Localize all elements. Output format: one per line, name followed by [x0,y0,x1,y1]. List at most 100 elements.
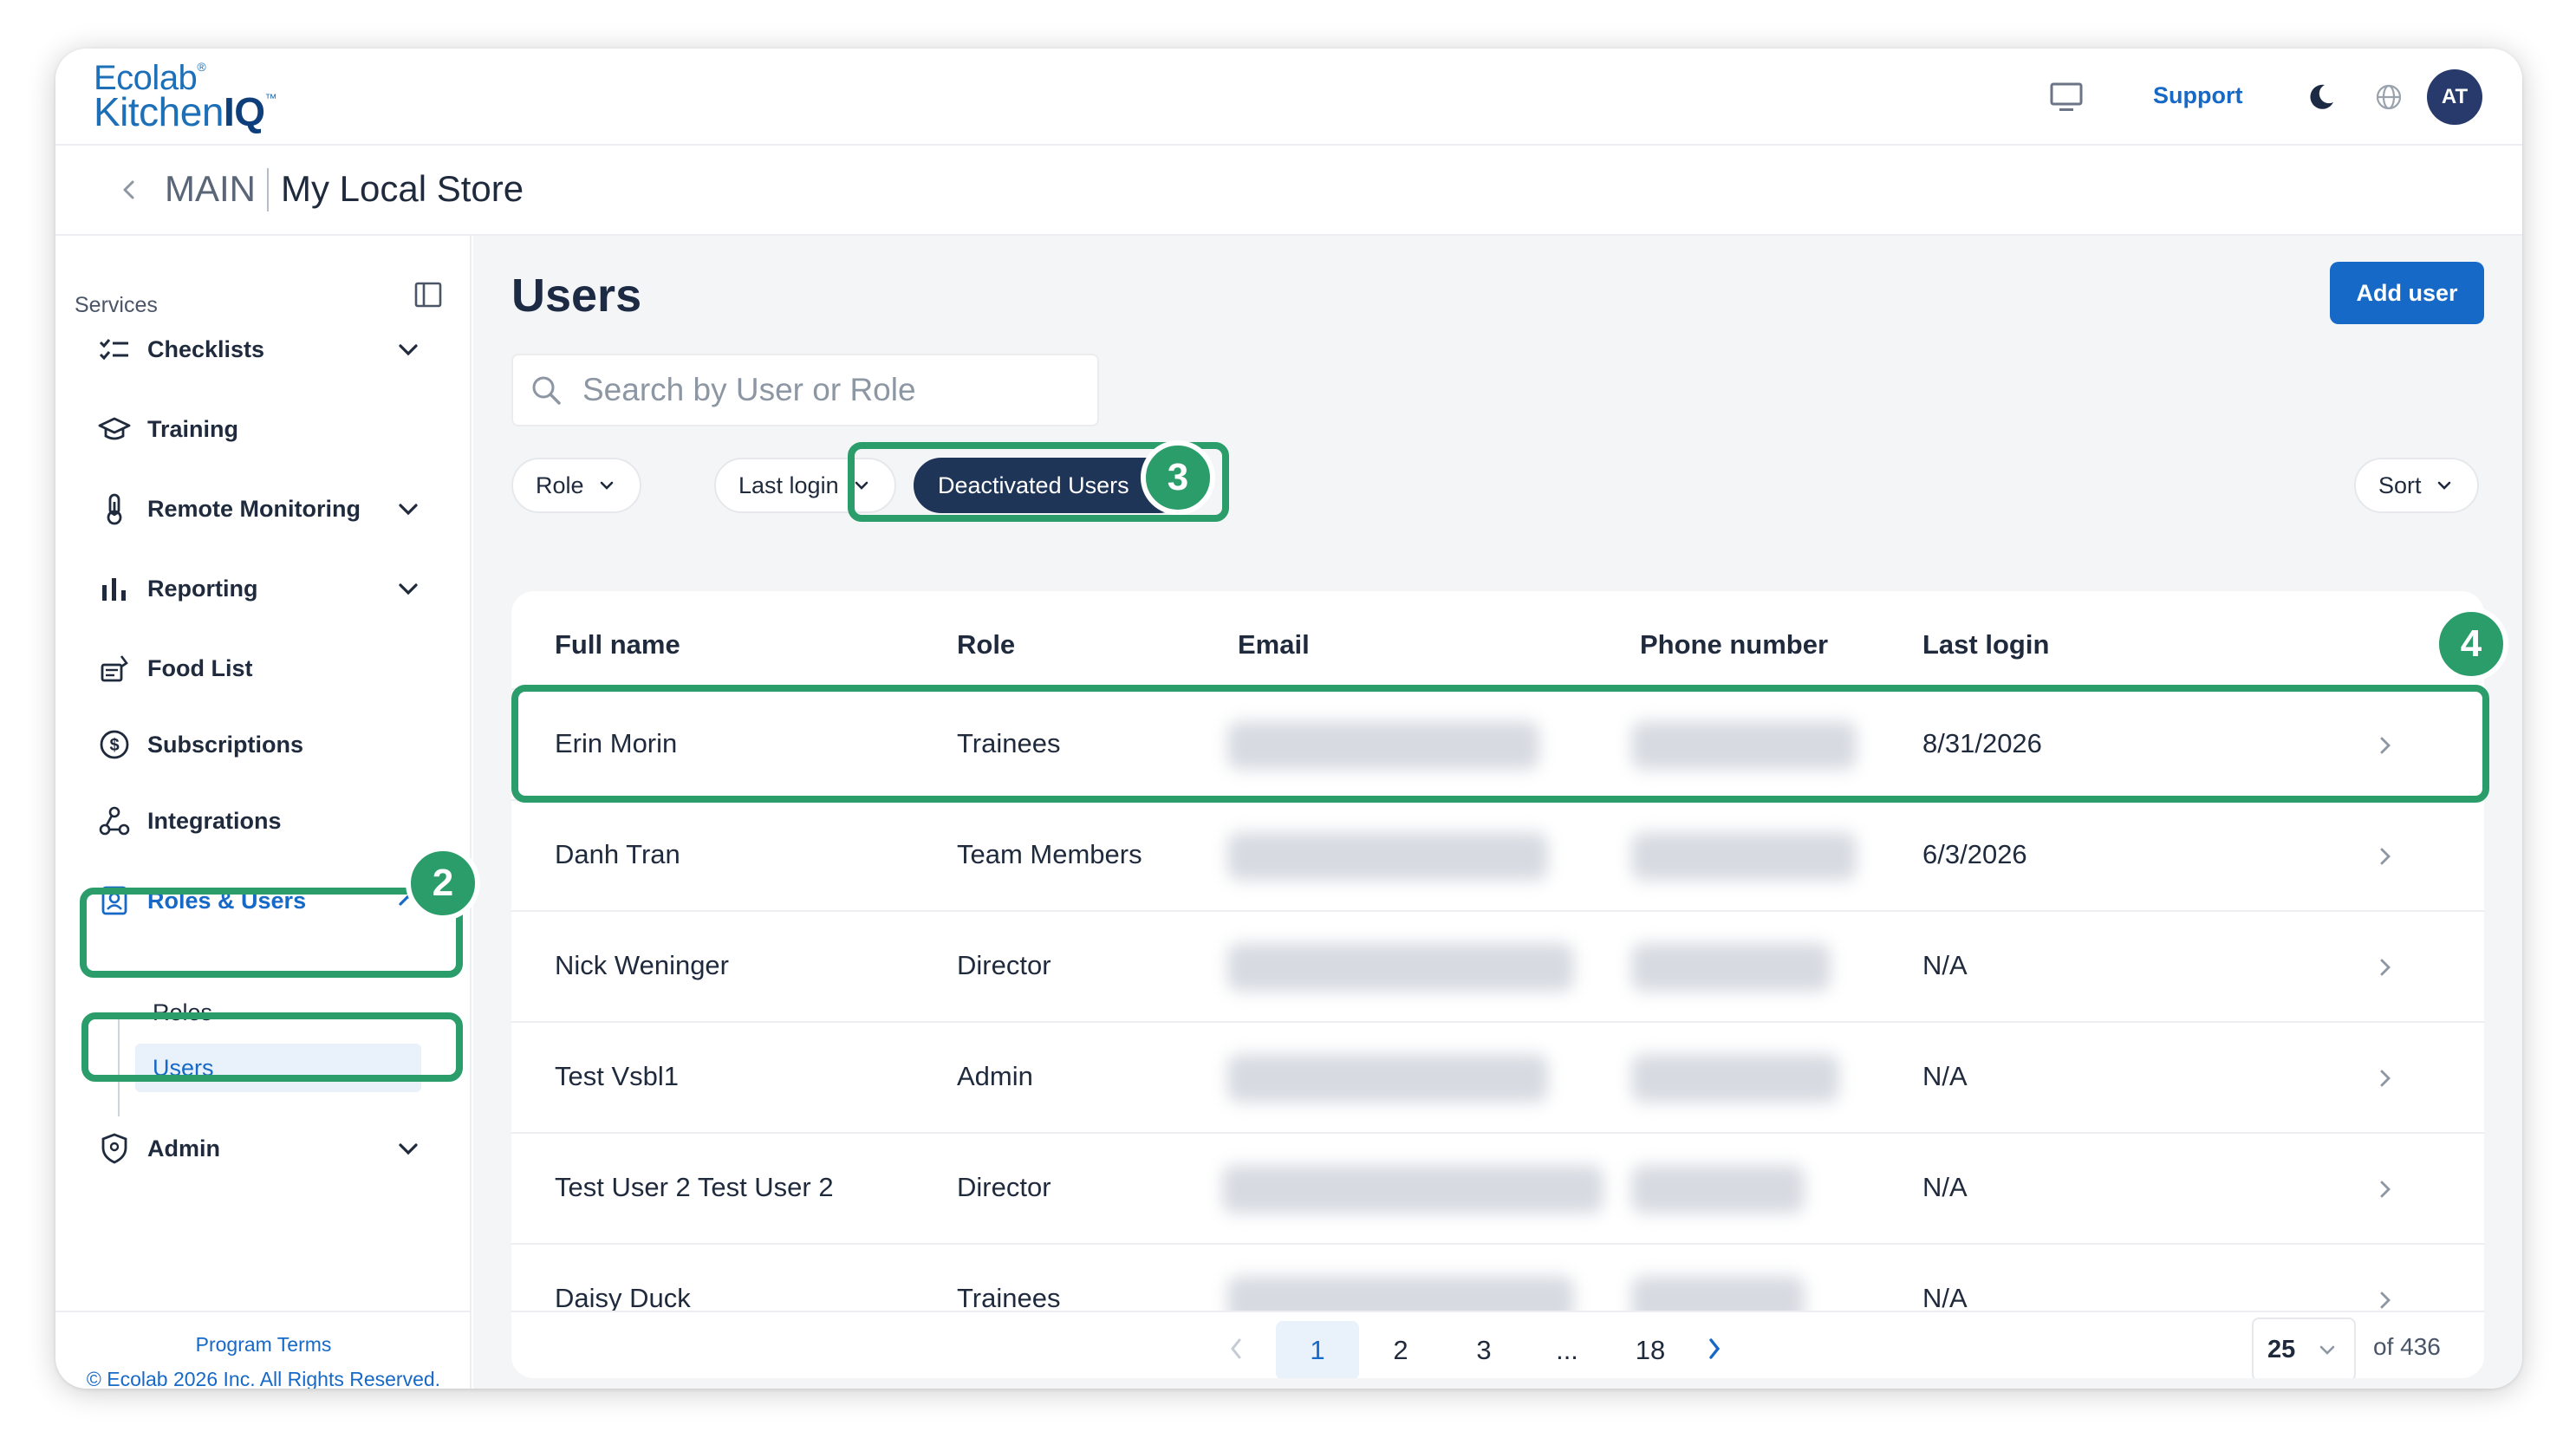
per-page-value: 25 [2267,1335,2296,1363]
step-badge-2: 2 [406,846,480,921]
sidebar-item-subscriptions[interactable]: $ Subscriptions [87,714,433,775]
table-row[interactable]: Erin Morin Trainees 8/31/2026 [511,688,2484,799]
sidebar-item-integrations[interactable]: Integrations [87,791,433,851]
chevron-right-icon[interactable] [2373,843,2397,870]
column-header-last-login[interactable]: Last login [1922,629,2049,660]
cell-role: Director [957,950,1051,980]
sidebar-section-label: Services [75,293,158,317]
filter-last-login[interactable]: Last login [714,458,896,513]
sidebar-item-food-list[interactable]: Food List [87,638,433,699]
search-box[interactable] [511,354,1099,426]
sidebar-footer: Program Terms © Ecolab 2026 Inc. All Rig… [55,1311,472,1389]
filter-role[interactable]: Role [511,458,641,513]
pagination: 1 2 3 ... 18 25 of 436 [511,1311,2484,1378]
cell-role: Admin [957,1061,1033,1091]
step-badge-4: 4 [2434,607,2508,681]
breadcrumb-store[interactable]: My Local Store [281,168,524,210]
chevron-down-icon [2437,481,2450,490]
cell-role: Director [957,1172,1051,1202]
sidebar-item-remote-monitoring[interactable]: Remote Monitoring [87,478,433,539]
chevron-down-icon [600,481,613,490]
graduation-cap-icon [98,417,131,440]
logo-registered-mark: ® [197,60,206,74]
chevron-right-icon[interactable] [2373,953,2397,981]
column-header-full-name[interactable]: Full name [555,629,680,660]
sidebar-item-checklists[interactable]: Checklists [87,319,433,380]
breadcrumb-main[interactable]: MAIN [165,168,256,210]
chevron-left-icon[interactable] [1224,1333,1248,1364]
table-row[interactable]: Danh Tran Team Members 6/3/2026 [511,799,2484,910]
table-row[interactable]: Test Vsbl1 Admin N/A [511,1021,2484,1132]
sidebar-item-training[interactable]: Training [87,399,433,459]
page-button-18[interactable]: 18 [1609,1321,1692,1378]
add-user-button[interactable]: Add user [2330,262,2484,324]
sidebar-item-label: Integrations [147,807,282,834]
page-title: Users [511,270,642,322]
sidebar-item-reporting[interactable]: Reporting [87,558,433,619]
cell-email-redacted [1227,721,1539,770]
id-badge-icon [101,886,127,915]
total-count: of 436 [2373,1333,2441,1360]
sort-button[interactable]: Sort [2354,458,2479,513]
sidebar-item-admin[interactable]: Admin [87,1118,433,1179]
chevron-right-icon[interactable] [2373,732,2397,759]
chevron-down-icon [2319,1345,2335,1355]
logo-text-iq: IQ [223,89,265,134]
chevron-down-icon[interactable] [395,336,421,362]
cell-last-login: N/A [1922,950,1968,980]
chevron-right-icon[interactable] [2373,1064,2397,1092]
page-button-1[interactable]: 1 [1276,1321,1359,1378]
program-terms-link[interactable]: Program Terms [55,1333,472,1357]
cell-role: Team Members [957,839,1142,869]
cell-phone-redacted [1631,1054,1839,1103]
thermometer-icon [107,493,122,525]
sidebar-subitem-users[interactable]: Users [135,1044,421,1092]
column-header-phone[interactable]: Phone number [1640,629,1828,660]
page-button-3[interactable]: 3 [1442,1321,1525,1378]
cell-role: Trainees [957,1283,1061,1313]
breadcrumb: MAIN My Local Store [55,146,2522,236]
table-row[interactable]: Test User 2 Test User 2 Director N/A [511,1132,2484,1243]
filter-deactivated-label: Deactivated Users [938,472,1129,498]
chevron-down-icon[interactable] [395,496,421,522]
search-input[interactable] [582,372,1068,408]
sidebar-item-roles-users[interactable]: Roles & Users [87,870,433,931]
search-icon [532,376,561,405]
checklist-icon [99,339,128,361]
column-header-email[interactable]: Email [1238,629,1310,660]
sidebar-item-label: Reporting [147,575,258,602]
globe-icon[interactable] [2375,83,2403,111]
dollar-circle-icon: $ [100,730,129,759]
monitor-icon[interactable] [2049,80,2084,114]
ecolab-kitcheniq-logo[interactable]: Ecolab® KitchenIQ™ [94,61,276,132]
chevron-left-icon[interactable] [116,177,142,203]
page-button-2[interactable]: 2 [1359,1321,1442,1378]
step-badge-3: 3 [1141,440,1215,515]
sidebar: Services Checklists Training Remote Moni… [55,236,472,1389]
sidebar-item-label: Training [147,415,239,442]
support-link[interactable]: Support [2153,82,2242,109]
chevron-down-icon[interactable] [395,576,421,602]
moon-icon[interactable] [2306,81,2337,113]
cell-full-name: Nick Weninger [555,950,730,980]
cell-full-name: Test Vsbl1 [555,1061,680,1091]
table-row[interactable]: Nick Weninger Director N/A [511,910,2484,1021]
column-header-role[interactable]: Role [957,629,1015,660]
sidebar-item-label: Subscriptions [147,731,304,758]
user-avatar[interactable]: AT [2427,69,2482,125]
cell-last-login: 6/3/2026 [1922,839,2027,869]
sidebar-collapse-icon[interactable] [413,279,444,310]
per-page-select[interactable]: 25 [2252,1318,2356,1378]
breadcrumb-divider [267,168,269,211]
main-content: Users Add user Role Last login Deactivat… [473,236,2522,1389]
sidebar-item-label: Roles & Users [147,887,307,914]
chevron-right-icon[interactable] [2373,1175,2397,1203]
cell-full-name: Danh Tran [555,839,680,869]
cell-last-login: N/A [1922,1172,1968,1202]
chevron-right-icon[interactable] [1702,1333,1727,1364]
sidebar-subitem-roles[interactable]: Roles [135,988,421,1037]
cell-last-login: N/A [1922,1061,1968,1091]
copyright-text: © Ecolab 2026 Inc. All Rights Reserved. [86,1368,441,1389]
cell-email-redacted [1222,1165,1603,1214]
chevron-down-icon[interactable] [395,1135,421,1161]
